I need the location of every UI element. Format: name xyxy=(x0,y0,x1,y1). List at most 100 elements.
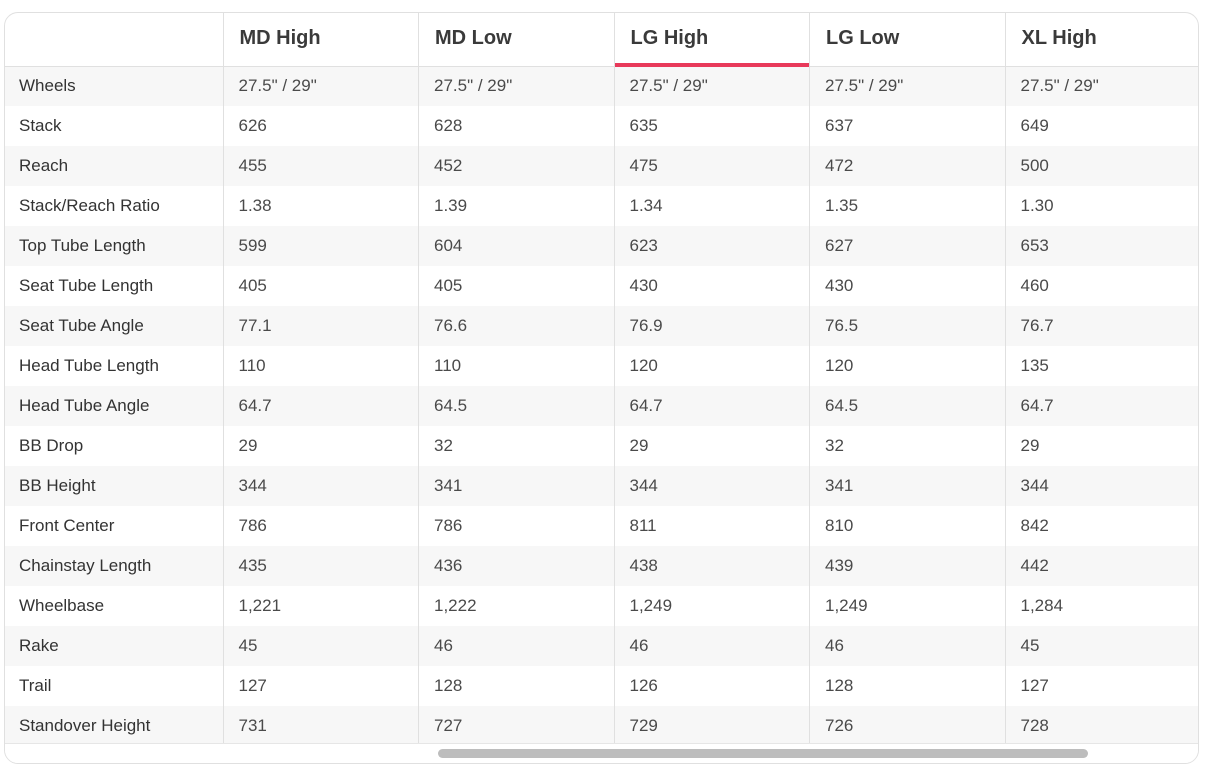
table-cell: 1,284 xyxy=(1004,586,1198,626)
table-cell: 726 xyxy=(809,706,1005,746)
table-row: Rake 45 46 46 46 45 xyxy=(5,626,1198,666)
row-label: Head Tube Length xyxy=(5,346,223,386)
horizontal-scrollbar[interactable] xyxy=(5,743,1198,763)
row-label: Standover Height xyxy=(5,706,223,746)
table-row: Trail 127 128 126 128 127 xyxy=(5,666,1198,706)
row-label: Top Tube Length xyxy=(5,226,223,266)
table-row: Reach 455 452 475 472 500 xyxy=(5,146,1198,186)
row-label: Head Tube Angle xyxy=(5,386,223,426)
table-cell: 45 xyxy=(222,626,419,666)
table-cell: 460 xyxy=(1004,266,1198,306)
table-cell: 627 xyxy=(809,226,1005,266)
row-label: Wheels xyxy=(5,66,223,106)
table-cell: 1,249 xyxy=(613,586,810,626)
row-label: Stack xyxy=(5,106,223,146)
table-cell: 452 xyxy=(418,146,614,186)
table-cell: 728 xyxy=(1004,706,1198,746)
table-cell: 46 xyxy=(613,626,810,666)
row-label: BB Drop xyxy=(5,426,223,466)
table-cell: 405 xyxy=(418,266,614,306)
table-cell: 29 xyxy=(1004,426,1198,466)
table-cell: 637 xyxy=(809,106,1005,146)
table-cell: 128 xyxy=(418,666,614,706)
table-header-row: MD High MD Low LG High LG Low XL High xyxy=(5,13,1198,67)
table-cell: 435 xyxy=(222,546,419,586)
row-label: Rake xyxy=(5,626,223,666)
table-cell: 1,249 xyxy=(809,586,1005,626)
table-cell: 46 xyxy=(418,626,614,666)
table-cell: 127 xyxy=(1004,666,1198,706)
table-row: BB Drop 29 32 29 32 29 xyxy=(5,426,1198,466)
table-cell: 430 xyxy=(809,266,1005,306)
table-row: Stack 626 628 635 637 649 xyxy=(5,106,1198,146)
table-row: Front Center 786 786 811 810 842 xyxy=(5,506,1198,546)
table-cell: 438 xyxy=(613,546,810,586)
scrollbar-thumb[interactable] xyxy=(438,749,1088,758)
table-cell: 653 xyxy=(1004,226,1198,266)
table-cell: 64.7 xyxy=(222,386,419,426)
geometry-table-card: MD High MD Low LG High LG Low XL High Wh… xyxy=(4,12,1199,764)
column-header-md-low[interactable]: MD Low xyxy=(418,13,614,67)
table-cell: 110 xyxy=(222,346,419,386)
table-cell: 626 xyxy=(222,106,419,146)
table-row: Head Tube Length 110 110 120 120 135 xyxy=(5,346,1198,386)
table-cell: 344 xyxy=(1004,466,1198,506)
table-cell: 120 xyxy=(613,346,810,386)
table-cell: 341 xyxy=(418,466,614,506)
table-cell: 76.9 xyxy=(613,306,810,346)
table-cell: 436 xyxy=(418,546,614,586)
table-cell: 1.35 xyxy=(809,186,1005,226)
table-cell: 344 xyxy=(613,466,810,506)
table-cell: 29 xyxy=(222,426,419,466)
table-cell: 64.7 xyxy=(613,386,810,426)
table-row: Stack/Reach Ratio 1.38 1.39 1.34 1.35 1.30 xyxy=(5,186,1198,226)
table-cell: 810 xyxy=(809,506,1005,546)
table-cell: 1,222 xyxy=(418,586,614,626)
row-label: Front Center xyxy=(5,506,223,546)
table-cell: 727 xyxy=(418,706,614,746)
row-label: Seat Tube Angle xyxy=(5,306,223,346)
column-header-lg-low[interactable]: LG Low xyxy=(809,13,1005,67)
table-cell: 27.5" / 29" xyxy=(809,66,1005,106)
table-cell: 344 xyxy=(222,466,419,506)
table-cell: 731 xyxy=(222,706,419,746)
table-cell: 27.5" / 29" xyxy=(418,66,614,106)
table-cell: 1.38 xyxy=(222,186,419,226)
table-cell: 120 xyxy=(809,346,1005,386)
table-cell: 64.5 xyxy=(418,386,614,426)
table-cell: 27.5" / 29" xyxy=(1004,66,1198,106)
table-cell: 127 xyxy=(222,666,419,706)
geometry-table: MD High MD Low LG High LG Low XL High Wh… xyxy=(5,13,1198,746)
row-label: BB Height xyxy=(5,466,223,506)
table-cell: 635 xyxy=(613,106,810,146)
table-cell: 76.6 xyxy=(418,306,614,346)
table-row: Top Tube Length 599 604 623 627 653 xyxy=(5,226,1198,266)
table-cell: 29 xyxy=(613,426,810,466)
table-row: Chainstay Length 435 436 438 439 442 xyxy=(5,546,1198,586)
table-cell: 628 xyxy=(418,106,614,146)
table-cell: 430 xyxy=(613,266,810,306)
table-cell: 842 xyxy=(1004,506,1198,546)
table-row: Wheelbase 1,221 1,222 1,249 1,249 1,284 xyxy=(5,586,1198,626)
table-cell: 500 xyxy=(1004,146,1198,186)
row-label: Seat Tube Length xyxy=(5,266,223,306)
row-label: Trail xyxy=(5,666,223,706)
table-cell: 1.39 xyxy=(418,186,614,226)
table-cell: 32 xyxy=(418,426,614,466)
table-cell: 1,221 xyxy=(222,586,419,626)
column-header-lg-high[interactable]: LG High xyxy=(613,13,810,67)
table-cell: 472 xyxy=(809,146,1005,186)
table-cell: 76.7 xyxy=(1004,306,1198,346)
table-row: BB Height 344 341 344 341 344 xyxy=(5,466,1198,506)
header-corner xyxy=(5,13,223,67)
column-header-md-high[interactable]: MD High xyxy=(222,13,419,67)
table-row: Head Tube Angle 64.7 64.5 64.7 64.5 64.7 xyxy=(5,386,1198,426)
table-row: Standover Height 731 727 729 726 728 xyxy=(5,706,1198,746)
row-label: Chainstay Length xyxy=(5,546,223,586)
column-header-xl-high[interactable]: XL High xyxy=(1004,13,1198,67)
table-cell: 45 xyxy=(1004,626,1198,666)
table-cell: 128 xyxy=(809,666,1005,706)
table-cell: 599 xyxy=(222,226,419,266)
table-cell: 439 xyxy=(809,546,1005,586)
table-cell: 110 xyxy=(418,346,614,386)
